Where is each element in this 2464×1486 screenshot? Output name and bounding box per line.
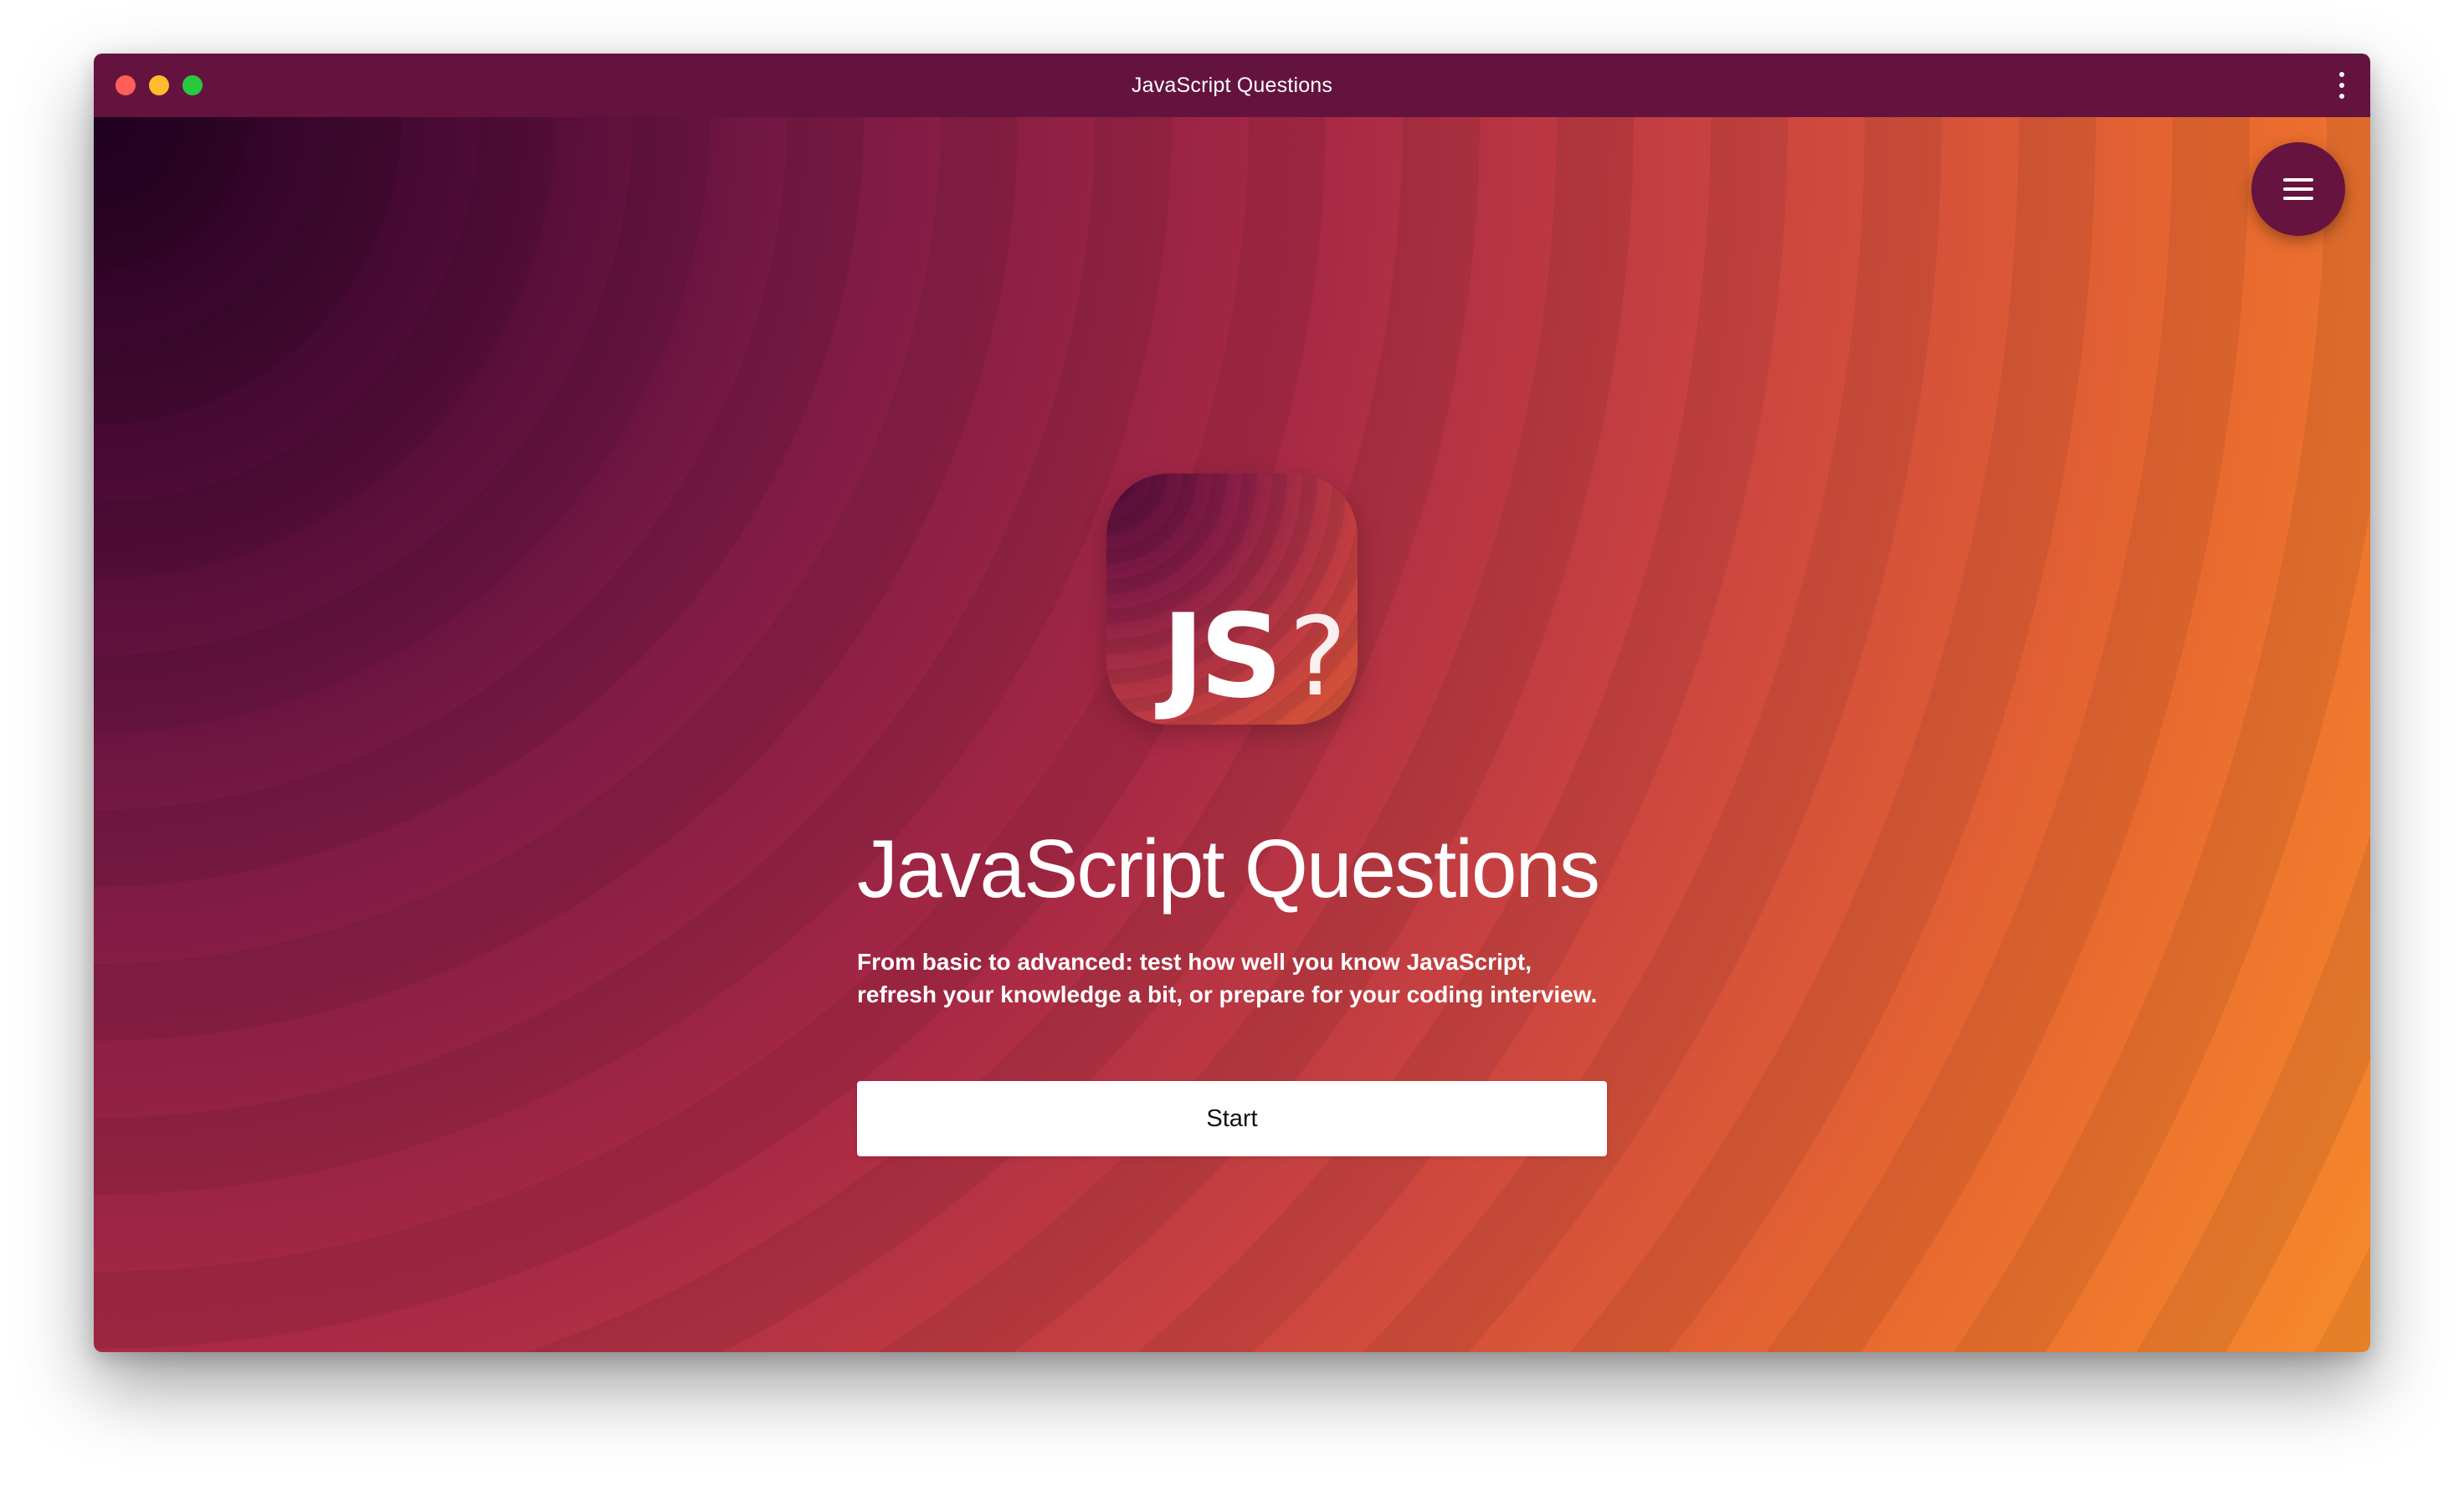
window-title: JavaScript Questions — [1131, 74, 1333, 97]
kebab-menu-icon[interactable] — [2335, 72, 2348, 99]
kebab-dot — [2339, 83, 2344, 88]
kebab-dot — [2339, 72, 2344, 77]
page-subtitle: From basic to advanced: test how well yo… — [857, 949, 1598, 1007]
main-content: JS ? JavaScript Questions From basic to … — [94, 117, 2370, 1352]
start-button[interactable]: Start — [857, 1081, 1607, 1156]
page-title: JavaScript Questions — [857, 822, 1600, 915]
hamburger-menu-icon — [2283, 187, 2313, 191]
app-window: JavaScript Questions JS ? JavaScript Que… — [94, 54, 2370, 1352]
logo-js-text: JS — [1162, 589, 1283, 724]
hamburger-menu-icon — [2283, 197, 2313, 200]
kebab-dot — [2339, 94, 2344, 99]
logo-question-mark: ? — [1289, 593, 1347, 720]
app-logo: JS ? — [1106, 474, 1358, 725]
hamburger-menu-button[interactable] — [2251, 142, 2345, 236]
title-bar: JavaScript Questions — [94, 54, 2370, 117]
hamburger-menu-icon — [2283, 178, 2313, 182]
